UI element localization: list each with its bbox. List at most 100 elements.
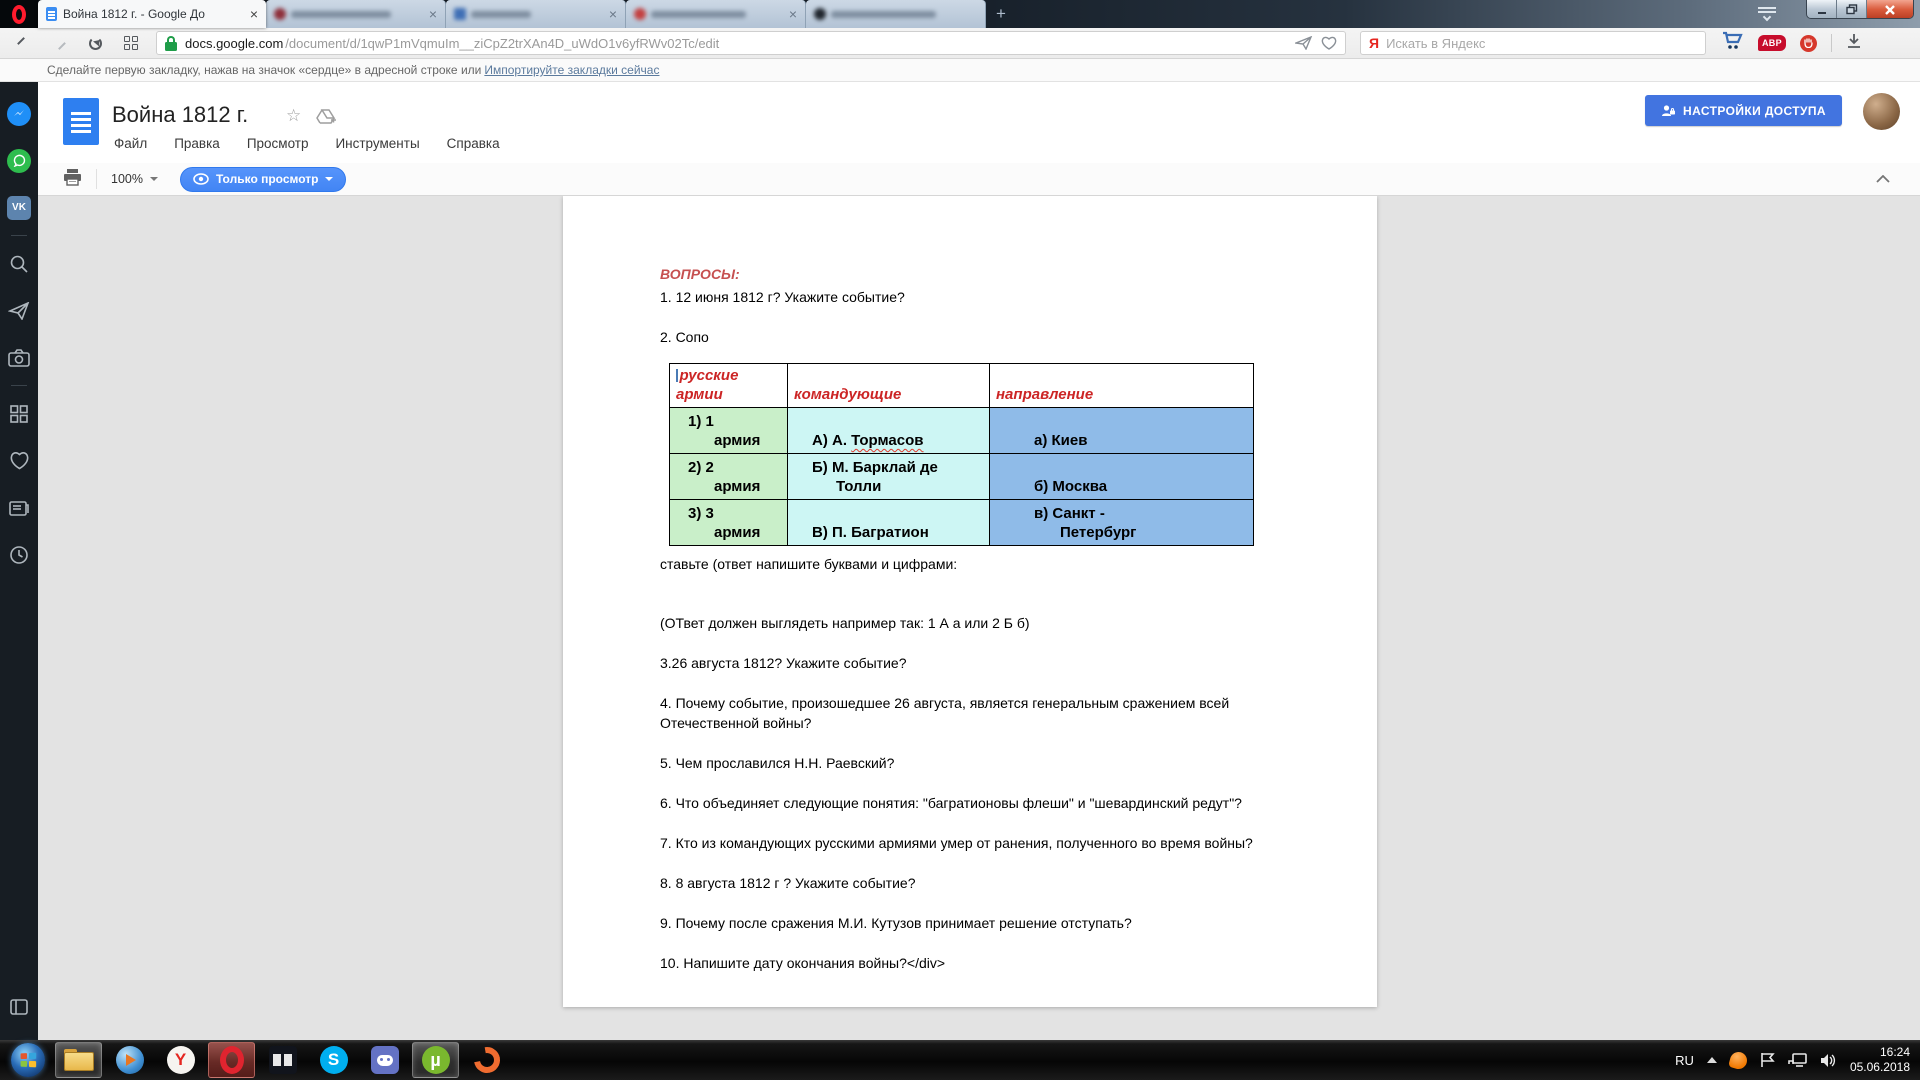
bookmarks-hint-bar: Сделайте первую закладку, нажав на значо… <box>0 59 1920 82</box>
collapse-toolbar-icon[interactable] <box>1876 170 1890 188</box>
personal-news-icon[interactable] <box>0 484 38 531</box>
table-cell-commander: Б) М. Барклай де Толли <box>788 454 990 500</box>
account-avatar[interactable] <box>1863 93 1900 130</box>
document-title[interactable]: Война 1812 г. <box>112 102 248 128</box>
table-cell-direction: б) Москва <box>990 454 1254 500</box>
minimize-button[interactable] <box>1807 0 1837 19</box>
google-docs-app: Война 1812 г. ☆ Файл Правка Просмотр Инс… <box>38 82 1920 1040</box>
desktop: Война 1812 г. - Google До × × × <box>0 0 1920 1080</box>
history-clock-icon[interactable] <box>0 531 38 578</box>
maximize-button[interactable] <box>1837 0 1867 19</box>
taskbar-skype-button[interactable]: S <box>310 1042 357 1078</box>
speed-dial-icon[interactable] <box>0 390 38 437</box>
table-header-cell: направление <box>990 364 1254 408</box>
close-button[interactable] <box>1867 0 1913 19</box>
taskbar-origin-button[interactable] <box>463 1042 510 1078</box>
action-center-flag-icon[interactable] <box>1760 1052 1775 1068</box>
menu-file[interactable]: Файл <box>114 136 147 151</box>
tab-blurred-4[interactable]: × <box>626 0 806 28</box>
doc-paragraph: 3.26 августа 1812? Укажите событие? <box>660 653 1285 673</box>
menu-tools[interactable]: Инструменты <box>335 136 419 151</box>
table-header-row: русские армии командующие направление <box>670 364 1254 408</box>
google-docs-icon[interactable] <box>63 98 99 145</box>
opera-icon <box>220 1046 244 1074</box>
tab-menu-icon[interactable] <box>1756 5 1778 21</box>
close-tab-icon[interactable]: × <box>789 7 797 21</box>
grid-icon <box>124 36 138 50</box>
bookmark-heart-icon[interactable] <box>1321 36 1337 50</box>
taskbar-utorrent-button[interactable]: µ <box>412 1042 459 1078</box>
my-flow-icon[interactable] <box>0 287 38 334</box>
speed-dial-button[interactable] <box>118 31 144 55</box>
document-page[interactable]: ВОПРОСЫ: 1. 12 июня 1812 г? Укажите собы… <box>563 196 1377 1007</box>
my-flow-send-icon[interactable] <box>1295 36 1313 50</box>
sidebar-settings-icon[interactable] <box>0 983 38 1030</box>
tab-blurred-3[interactable]: × <box>446 0 626 28</box>
table-cell-army: 3) 3 армия <box>670 500 788 546</box>
menu-view[interactable]: Просмотр <box>247 136 309 151</box>
search-field[interactable]: Я <box>1360 31 1706 55</box>
blocker-extension-icon[interactable] <box>1800 35 1817 52</box>
taskbar-discord-button[interactable] <box>361 1042 408 1078</box>
import-bookmarks-link[interactable]: Импортируйте закладки сейчас <box>484 63 659 77</box>
close-tab-icon[interactable]: × <box>609 7 617 21</box>
eye-icon <box>193 173 209 185</box>
new-tab-button[interactable]: + <box>986 0 1016 28</box>
back-button[interactable] <box>10 31 36 55</box>
pinned-app-icon <box>269 1046 297 1074</box>
taskbar-media-player-button[interactable] <box>106 1042 153 1078</box>
menu-edit[interactable]: Правка <box>174 136 220 151</box>
language-indicator[interactable]: RU <box>1675 1053 1694 1068</box>
taskbar-clock[interactable]: 16:24 05.06.2018 <box>1850 1045 1910 1075</box>
search-input[interactable] <box>1386 36 1697 51</box>
search-icon[interactable] <box>0 240 38 287</box>
windows-start-icon <box>11 1043 45 1077</box>
shopping-cart-extension-icon[interactable] <box>1722 31 1744 56</box>
taskbar-opera-button[interactable] <box>208 1042 255 1078</box>
network-tray-icon[interactable] <box>1788 1052 1807 1068</box>
taskbar-icons: Y S µ <box>4 1042 510 1078</box>
opera-menu-button[interactable] <box>0 0 38 28</box>
downloads-button[interactable] <box>1846 33 1862 54</box>
zoom-select[interactable]: 100% <box>111 172 158 186</box>
snapshot-camera-icon[interactable] <box>0 334 38 381</box>
back-icon <box>17 37 30 50</box>
taskbar-yandex-browser-button[interactable]: Y <box>157 1042 204 1078</box>
reload-button[interactable] <box>82 31 108 55</box>
show-hidden-icons-button[interactable] <box>1707 1057 1717 1063</box>
tab-blurred-5[interactable] <box>806 0 986 28</box>
messenger-icon[interactable] <box>0 90 38 137</box>
clock-time: 16:24 <box>1850 1045 1910 1060</box>
document-canvas[interactable]: ВОПРОСЫ: 1. 12 июня 1812 г? Укажите собы… <box>38 196 1920 1040</box>
volume-tray-icon[interactable] <box>1820 1053 1837 1068</box>
whatsapp-icon[interactable] <box>0 137 38 184</box>
forward-button[interactable] <box>46 31 72 55</box>
print-button[interactable] <box>63 168 82 191</box>
doc-paragraph: 9. Почему после сражения М.И. Кутузов пр… <box>660 913 1285 933</box>
folder-icon <box>64 1049 94 1071</box>
share-settings-button[interactable]: НАСТРОЙКИ ДОСТУПА <box>1645 95 1842 126</box>
google-docs-favicon-icon <box>46 7 57 21</box>
url-field[interactable]: docs.google.com/document/d/1qwP1mVqmuIm_… <box>156 31 1346 55</box>
secure-lock-icon[interactable] <box>165 36 177 51</box>
close-tab-icon[interactable]: × <box>429 7 437 21</box>
docs-header: Война 1812 г. ☆ Файл Правка Просмотр Инс… <box>38 82 1920 163</box>
start-button[interactable] <box>4 1042 51 1078</box>
taskbar-pinned-app-button[interactable] <box>259 1042 306 1078</box>
menu-help[interactable]: Справка <box>447 136 500 151</box>
bookmarks-heart-icon[interactable] <box>0 437 38 484</box>
star-icon[interactable]: ☆ <box>286 106 301 126</box>
tab-active-google-docs[interactable]: Война 1812 г. - Google До × <box>38 0 266 28</box>
armies-table: русские армии командующие направление 1)… <box>669 363 1254 546</box>
view-mode-button[interactable]: Только просмотр <box>180 167 347 192</box>
vk-icon[interactable]: VK <box>0 184 38 231</box>
taskbar-explorer-button[interactable] <box>55 1042 102 1078</box>
zoom-value: 100% <box>111 172 143 186</box>
doc-paragraph: 1. 12 июня 1812 г? Укажите событие? <box>660 287 1285 307</box>
avast-tray-icon[interactable] <box>1728 1050 1749 1071</box>
move-to-folder-icon[interactable] <box>316 109 336 130</box>
tab-blurred-2[interactable]: × <box>266 0 446 28</box>
adblock-plus-extension-icon[interactable]: ABP <box>1758 35 1786 51</box>
close-tab-icon[interactable]: × <box>250 7 258 21</box>
doc-paragraph: 10. Напишите дату окончания войны?</div> <box>660 953 1285 973</box>
